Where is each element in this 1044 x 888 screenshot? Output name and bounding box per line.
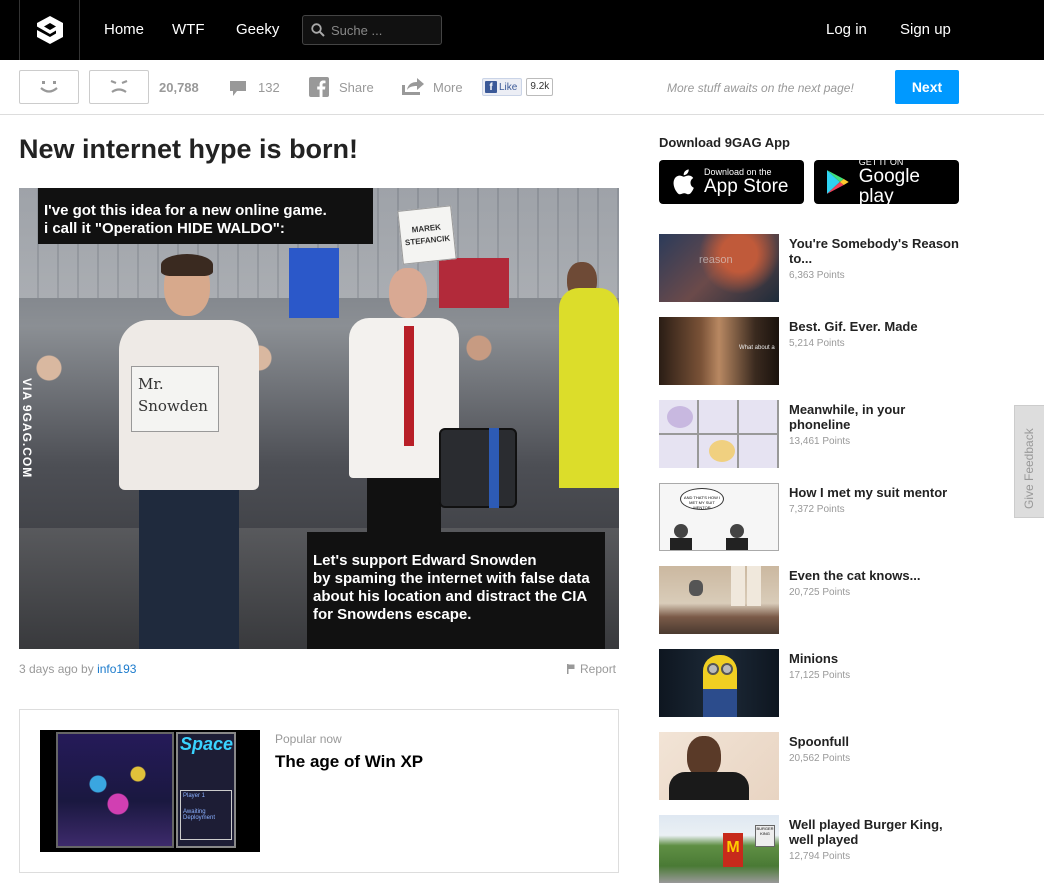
google-play-big: Google play: [858, 166, 921, 207]
popular-title[interactable]: The age of Win XP: [275, 752, 423, 772]
nav-wtf[interactable]: WTF: [172, 21, 204, 38]
more-stuff-text: More stuff awaits on the next page!: [667, 81, 854, 95]
caption-top: I've got this idea for a new online game…: [38, 188, 373, 244]
facebook-like-widget[interactable]: f Like 9.2k: [482, 78, 554, 96]
popular-now-label: Popular now: [275, 732, 342, 746]
caption-bottom: Let's support Edward Snowden by spaming …: [307, 532, 605, 649]
pinball-screen: Player 1 Awaiting Deployment: [180, 790, 232, 840]
sidebar-thumb[interactable]: reason: [659, 234, 779, 302]
nav-geeky[interactable]: Geeky: [236, 21, 279, 38]
report-label: Report: [580, 662, 617, 676]
popular-thumbnail[interactable]: Space Player 1 Awaiting Deployment: [40, 730, 260, 852]
frown-icon: [110, 79, 128, 93]
post-meta: 3 days ago by info193: [19, 662, 136, 676]
snowden-sign: Mr. Snowden: [131, 366, 219, 432]
9gag-logo-icon: [36, 16, 63, 44]
9gag-logo[interactable]: [19, 0, 80, 60]
downvote-button[interactable]: [89, 70, 149, 104]
app-store-big: App Store: [704, 176, 789, 197]
search-icon: [311, 23, 325, 37]
sidebar-item-title[interactable]: Spoonfull: [789, 734, 959, 749]
suitcase: [439, 428, 517, 508]
login-link[interactable]: Log in: [826, 21, 867, 38]
sidebar-thumb[interactable]: [659, 566, 779, 634]
action-bar: 20,788 132 Share More f Like 9.2k More s…: [0, 60, 1044, 115]
app-download-heading: Download 9GAG App: [659, 135, 790, 150]
google-play-icon: [826, 170, 849, 194]
comment-icon[interactable]: [229, 80, 247, 97]
sidebar-item-cat[interactable]: Even the cat knows... 20,725 Points: [659, 566, 959, 634]
post-image[interactable]: Mr. Snowden MAREK STEFANCIK I've got thi…: [19, 188, 619, 649]
sidebar-item-title[interactable]: How I met my suit mentor: [789, 485, 959, 500]
sidebar-item-phoneline[interactable]: Meanwhile, in your phoneline 13,461 Poin…: [659, 400, 959, 468]
sidebar-item-title[interactable]: Meanwhile, in your phoneline: [789, 402, 959, 432]
facebook-like-label: Like: [499, 81, 518, 93]
post-time: 3 days ago by: [19, 662, 94, 676]
facebook-like-count: 9.2k: [526, 78, 554, 96]
facebook-f-icon: f: [485, 81, 497, 93]
author-link[interactable]: info193: [97, 662, 136, 676]
sidebar-thumb[interactable]: [659, 400, 779, 468]
facebook-icon[interactable]: [309, 77, 329, 97]
give-feedback-tab[interactable]: Give Feedback: [1014, 405, 1044, 518]
search-box[interactable]: [302, 15, 442, 45]
sidebar-item-points: 20,725 Points: [789, 587, 851, 598]
sidebar-item-burger-king[interactable]: M BURGER KING Well played Burger King, w…: [659, 815, 959, 883]
app-store-button[interactable]: Download on the App Store: [659, 160, 804, 204]
flag-icon: [567, 664, 575, 674]
sidebar-item-title[interactable]: Even the cat knows...: [789, 568, 959, 583]
sidebar-thumb[interactable]: [659, 732, 779, 800]
sidebar-item-title[interactable]: Best. Gif. Ever. Made: [789, 319, 959, 334]
signup-link[interactable]: Sign up: [900, 21, 951, 38]
give-feedback-label: Give Feedback: [1022, 428, 1036, 509]
search-input[interactable]: [331, 22, 431, 38]
smile-icon: [40, 81, 58, 93]
facebook-like-button[interactable]: f Like: [482, 78, 523, 96]
sidebar-thumb[interactable]: M BURGER KING: [659, 815, 779, 883]
google-play-button[interactable]: GET IT ON Google play: [814, 157, 959, 207]
sidebar-item-points: 7,372 Points: [789, 504, 845, 515]
apple-icon: [673, 169, 694, 195]
sidebar-thumb[interactable]: What about a: [659, 317, 779, 385]
pinball-logo: Space: [180, 734, 234, 754]
comment-count[interactable]: 132: [258, 80, 280, 95]
marek-sign: MAREK STEFANCIK: [397, 205, 457, 265]
sidebar-item-title[interactable]: Minions: [789, 651, 959, 666]
sidebar-thumb[interactable]: [659, 649, 779, 717]
sidebar-item-best-gif[interactable]: What about a Best. Gif. Ever. Made 5,214…: [659, 317, 959, 385]
sidebar-item-points: 5,214 Points: [789, 338, 845, 349]
popular-now-card[interactable]: Space Player 1 Awaiting Deployment Popul…: [19, 709, 619, 873]
report-link[interactable]: Report: [567, 662, 616, 676]
sidebar-item-suit-mentor[interactable]: AND THAT'S HOW I MET MY SUIT MENTOR How …: [659, 483, 959, 551]
post-title: New internet hype is born!: [19, 134, 359, 164]
sidebar-item-reason[interactable]: reason You're Somebody's Reason to... 6,…: [659, 234, 959, 302]
sidebar-item-points: 13,461 Points: [789, 436, 851, 447]
watermark: VIA 9GAG.COM: [20, 378, 34, 479]
sidebar-item-points: 17,125 Points: [789, 670, 851, 681]
sidebar-item-points: 6,363 Points: [789, 270, 845, 281]
sidebar-item-minions[interactable]: Minions 17,125 Points: [659, 649, 959, 717]
man-with-sign: [109, 254, 269, 649]
sidebar-item-points: 12,794 Points: [789, 851, 851, 862]
nav-home[interactable]: Home: [104, 21, 144, 38]
sidebar-item-title[interactable]: You're Somebody's Reason to...: [789, 236, 959, 266]
sidebar-item-title[interactable]: Well played Burger King, well played: [789, 817, 959, 847]
next-button[interactable]: Next: [895, 70, 959, 104]
sidebar-thumb[interactable]: AND THAT'S HOW I MET MY SUIT MENTOR: [659, 483, 779, 551]
sidebar-item-points: 20,562 Points: [789, 753, 851, 764]
top-navbar: Home WTF Geeky Log in Sign up: [0, 0, 1044, 60]
more-link[interactable]: More: [433, 80, 463, 95]
sidebar-item-spoonfull[interactable]: Spoonfull 20,562 Points: [659, 732, 959, 800]
points-count: 20,788: [159, 80, 199, 95]
upvote-button[interactable]: [19, 70, 79, 104]
share-arrow-icon[interactable]: [401, 78, 425, 96]
share-link[interactable]: Share: [339, 80, 374, 95]
